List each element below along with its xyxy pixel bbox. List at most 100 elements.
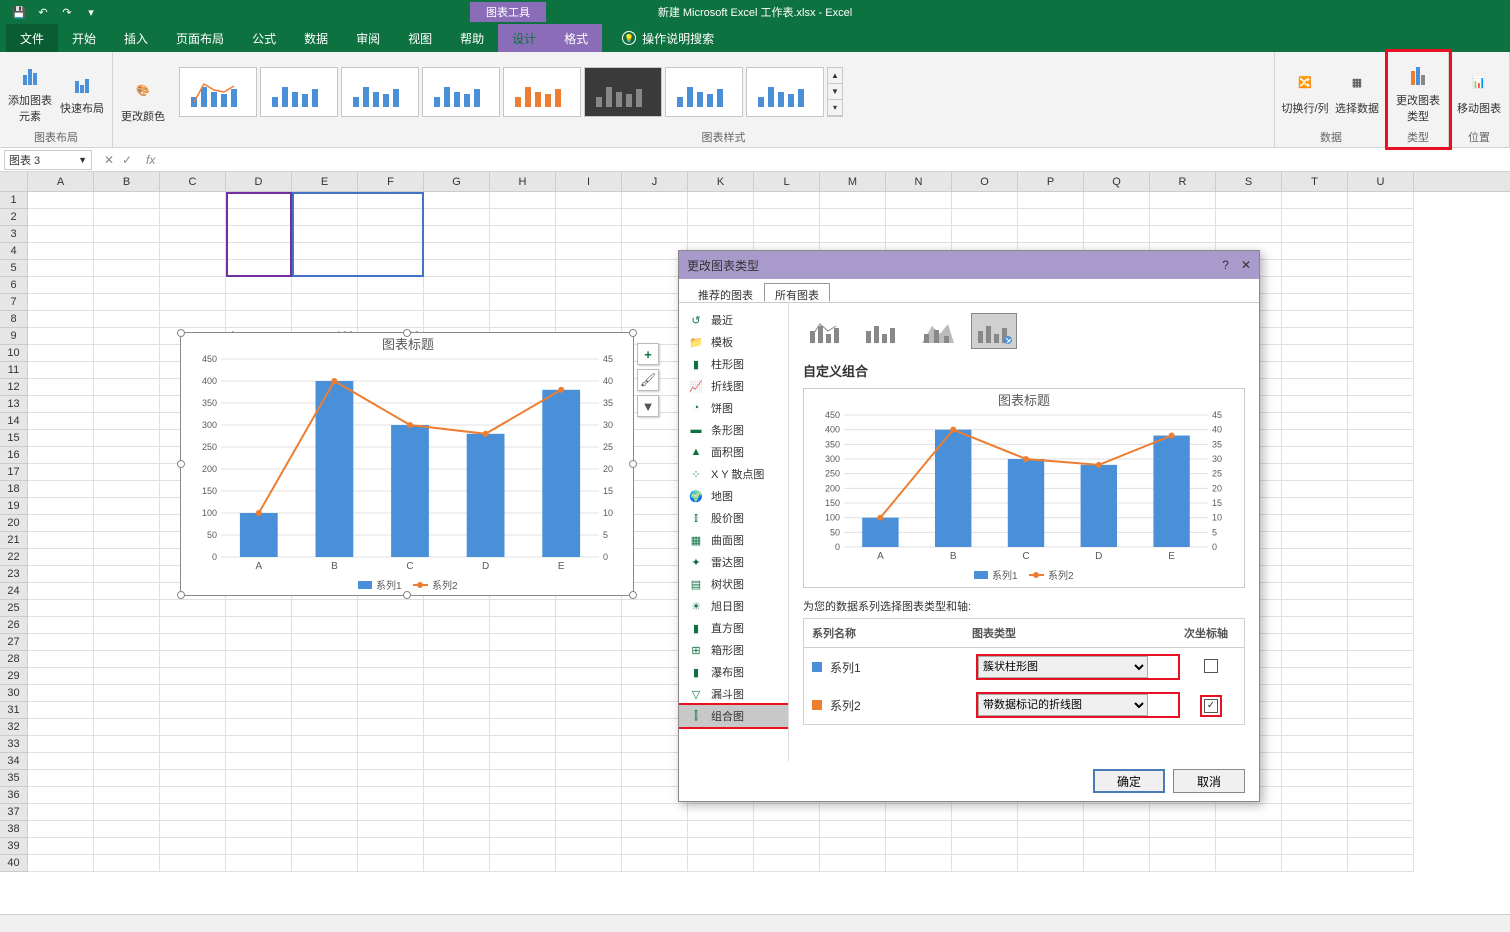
- cell[interactable]: [1348, 600, 1414, 617]
- tab-layout[interactable]: 页面布局: [162, 24, 238, 52]
- row-header[interactable]: 27: [0, 634, 28, 651]
- cell[interactable]: [358, 192, 424, 209]
- cell[interactable]: [292, 787, 358, 804]
- cell[interactable]: [1282, 294, 1348, 311]
- cell[interactable]: [424, 702, 490, 719]
- cell[interactable]: [1282, 838, 1348, 855]
- cell[interactable]: [28, 719, 94, 736]
- cell[interactable]: [1282, 481, 1348, 498]
- row-header[interactable]: 32: [0, 719, 28, 736]
- cell[interactable]: [226, 243, 292, 260]
- sidebar-item-pie[interactable]: ◔饼图: [679, 397, 788, 419]
- cell[interactable]: [160, 719, 226, 736]
- cell[interactable]: [1348, 685, 1414, 702]
- cell[interactable]: [490, 838, 556, 855]
- cell[interactable]: [1348, 651, 1414, 668]
- cell[interactable]: [292, 719, 358, 736]
- row-header[interactable]: 33: [0, 736, 28, 753]
- cell[interactable]: [1282, 770, 1348, 787]
- cell[interactable]: [226, 753, 292, 770]
- cell[interactable]: [226, 770, 292, 787]
- cell[interactable]: [94, 838, 160, 855]
- cell[interactable]: [94, 668, 160, 685]
- cell[interactable]: [1018, 855, 1084, 872]
- cell[interactable]: [226, 226, 292, 243]
- cell[interactable]: [556, 277, 622, 294]
- sidebar-item-stock[interactable]: ⫾股价图: [679, 507, 788, 529]
- style-thumb[interactable]: [746, 67, 824, 117]
- cell[interactable]: [820, 192, 886, 209]
- cell[interactable]: [94, 226, 160, 243]
- dialog-tab-all[interactable]: 所有图表: [764, 283, 830, 302]
- cell[interactable]: [160, 770, 226, 787]
- cell[interactable]: [160, 821, 226, 838]
- column-header[interactable]: K: [688, 172, 754, 191]
- cell[interactable]: [1084, 209, 1150, 226]
- column-header[interactable]: J: [622, 172, 688, 191]
- style-thumb[interactable]: [422, 67, 500, 117]
- cell[interactable]: [1348, 481, 1414, 498]
- row-header[interactable]: 35: [0, 770, 28, 787]
- cell[interactable]: [622, 209, 688, 226]
- cell[interactable]: [28, 583, 94, 600]
- cell[interactable]: [358, 838, 424, 855]
- column-header[interactable]: O: [952, 172, 1018, 191]
- cell[interactable]: [754, 209, 820, 226]
- cell[interactable]: [490, 719, 556, 736]
- style-thumb[interactable]: [584, 67, 662, 117]
- column-header[interactable]: I: [556, 172, 622, 191]
- cell[interactable]: [1282, 532, 1348, 549]
- cell[interactable]: [1348, 277, 1414, 294]
- cell[interactable]: [1084, 226, 1150, 243]
- qat-dropdown-icon[interactable]: ▾: [80, 2, 102, 22]
- cell[interactable]: [1348, 294, 1414, 311]
- cell[interactable]: [28, 855, 94, 872]
- cell[interactable]: [160, 209, 226, 226]
- row-header[interactable]: 6: [0, 277, 28, 294]
- cell[interactable]: [292, 226, 358, 243]
- cell[interactable]: [226, 804, 292, 821]
- cell[interactable]: [292, 192, 358, 209]
- sidebar-item-histogram[interactable]: ▮直方图: [679, 617, 788, 639]
- row-header[interactable]: 39: [0, 838, 28, 855]
- cell[interactable]: [1282, 311, 1348, 328]
- cell[interactable]: [358, 702, 424, 719]
- row-header[interactable]: 30: [0, 685, 28, 702]
- cell[interactable]: [28, 277, 94, 294]
- tab-file[interactable]: 文件: [6, 24, 58, 52]
- cell[interactable]: [358, 685, 424, 702]
- cell[interactable]: [1348, 464, 1414, 481]
- cell[interactable]: [688, 821, 754, 838]
- cell[interactable]: [28, 447, 94, 464]
- cell[interactable]: [28, 702, 94, 719]
- cell[interactable]: [28, 617, 94, 634]
- cell[interactable]: [424, 243, 490, 260]
- row-header[interactable]: 24: [0, 583, 28, 600]
- row-header[interactable]: 1: [0, 192, 28, 209]
- cell[interactable]: [1282, 498, 1348, 515]
- cell[interactable]: [556, 617, 622, 634]
- cell[interactable]: [1348, 804, 1414, 821]
- column-header[interactable]: A: [28, 172, 94, 191]
- row-header[interactable]: 12: [0, 379, 28, 396]
- cell[interactable]: [1150, 838, 1216, 855]
- cell[interactable]: [820, 226, 886, 243]
- cell[interactable]: [1282, 277, 1348, 294]
- cell[interactable]: [358, 209, 424, 226]
- cell[interactable]: [28, 549, 94, 566]
- undo-icon[interactable]: ↶: [32, 2, 54, 22]
- cell[interactable]: [94, 600, 160, 617]
- cell[interactable]: [1216, 192, 1282, 209]
- cell[interactable]: [1348, 719, 1414, 736]
- sidebar-item-treemap[interactable]: ▤树状图: [679, 573, 788, 595]
- cell[interactable]: [1282, 226, 1348, 243]
- cell[interactable]: [28, 311, 94, 328]
- cell[interactable]: [94, 209, 160, 226]
- cell[interactable]: [226, 651, 292, 668]
- cell[interactable]: [28, 464, 94, 481]
- cell[interactable]: [358, 719, 424, 736]
- cell[interactable]: [94, 515, 160, 532]
- cell[interactable]: [556, 634, 622, 651]
- cell[interactable]: [1216, 855, 1282, 872]
- sidebar-item-radar[interactable]: ✦雷达图: [679, 551, 788, 573]
